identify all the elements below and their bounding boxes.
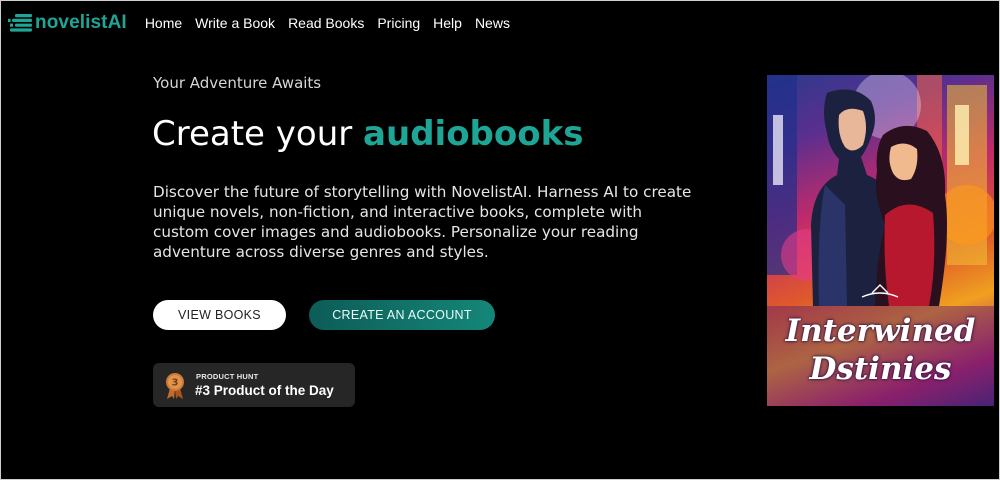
top-nav: novelistAI Home Write a Book Read Books …: [8, 10, 523, 36]
book-cover-image[interactable]: Interwined Dstinies: [767, 75, 994, 406]
nav-write-a-book[interactable]: Write a Book: [195, 15, 275, 31]
headline-prefix: Create your: [152, 114, 364, 154]
product-hunt-title: #3 Product of the Day: [195, 383, 334, 398]
product-hunt-label: PRODUCT HUNT: [196, 372, 259, 381]
stacked-bars-logo-icon: [8, 14, 32, 32]
brand-name: novelistAI: [35, 12, 127, 33]
hero-description: Discover the future of storytelling with…: [153, 183, 692, 261]
product-hunt-badge[interactable]: 3 PRODUCT HUNT #3 Product of the Day: [153, 363, 355, 407]
book-title-line2: Dstinies: [809, 351, 952, 387]
brand-logo[interactable]: novelistAI: [8, 12, 127, 34]
book-title-line1: Interwined: [785, 313, 976, 349]
hero-headline: Create your audiobooks: [152, 114, 583, 154]
create-account-button[interactable]: CREATE AN ACCOUNT: [309, 300, 495, 330]
nav-pricing[interactable]: Pricing: [377, 15, 420, 31]
bronze-medal-icon: 3: [166, 373, 184, 399]
nav-news[interactable]: News: [475, 15, 510, 31]
headline-accent: audiobooks: [363, 114, 584, 154]
medal-rank: 3: [172, 378, 179, 389]
nav-help[interactable]: Help: [433, 15, 462, 31]
nav-home[interactable]: Home: [145, 15, 182, 31]
view-books-button[interactable]: VIEW BOOKS: [153, 300, 286, 330]
hero-eyebrow: Your Adventure Awaits: [153, 74, 322, 92]
nav-read-books[interactable]: Read Books: [288, 15, 364, 31]
